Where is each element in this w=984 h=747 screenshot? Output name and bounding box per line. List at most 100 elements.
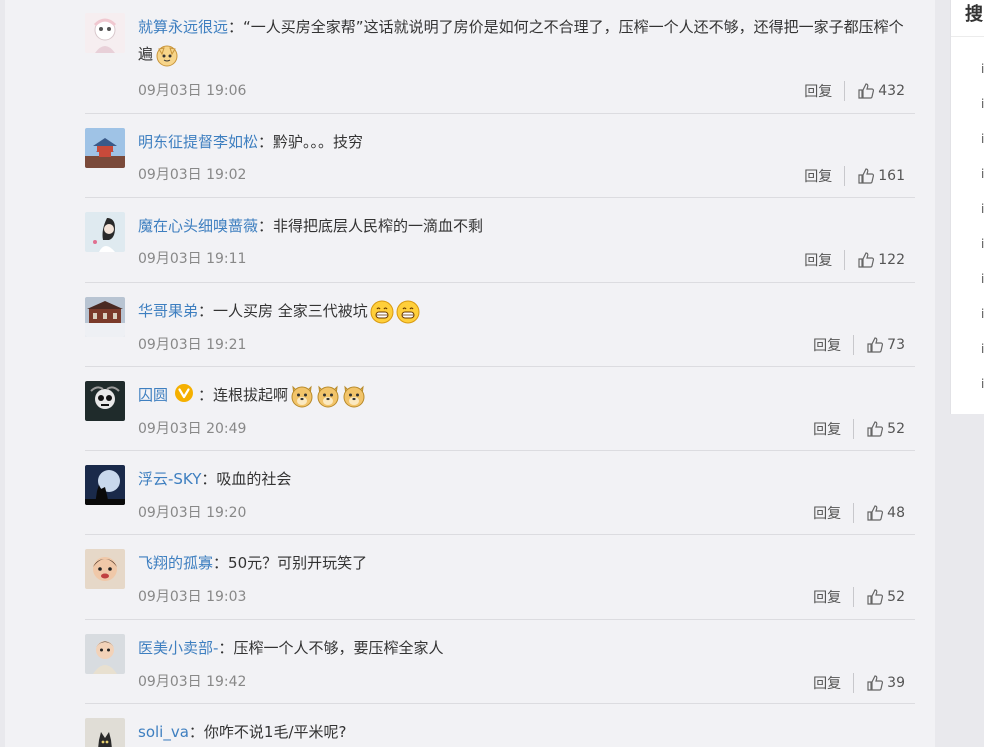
thumbs-up-icon [867, 421, 884, 437]
comment-username[interactable]: 魔在心头细嗅蔷薇 [138, 217, 258, 235]
like-button[interactable]: 39 [866, 674, 905, 692]
comment-colon: ： [258, 217, 274, 235]
like-button[interactable]: 52 [866, 420, 905, 438]
like-button[interactable]: 52 [866, 588, 905, 606]
comment-time: 09月03日 19:11 [138, 251, 247, 267]
comment-content: 一人买房 全家三代被坑 [213, 302, 368, 320]
comment-text: 飞翔的孤寡：50元？可别开玩笑了 [138, 550, 906, 577]
comment-username[interactable]: 华哥果弟 [138, 302, 198, 320]
comment-time: 09月03日 19:21 [138, 337, 247, 353]
comment-time: 09月03日 19:03 [138, 589, 247, 605]
comment-item: 浮云-SKY：吸血的社会 09月03日 19:20 回复 48 [85, 450, 915, 535]
comment-text: 就算永远很远：“一人买房全家帮”这话就说明了房价是如何之不合理了，压榨一个人还不… [138, 14, 906, 68]
comment-colon: ： [228, 18, 244, 36]
comment-actions: 回复 52 [813, 587, 905, 607]
comment-actions: 回复 432 [804, 81, 905, 101]
like-count: 73 [887, 337, 905, 353]
thumbs-up-icon [858, 168, 875, 184]
cat-emoji-icon [156, 45, 178, 66]
like-count: 52 [887, 421, 905, 437]
divider [951, 36, 984, 37]
comment-username[interactable]: 飞翔的孤寡 [138, 554, 213, 572]
like-button[interactable]: 432 [857, 82, 905, 100]
comment-actions: 回复 52 [813, 419, 905, 439]
reply-button[interactable]: 回复 [813, 335, 855, 355]
comment-actions: 回复 161 [804, 166, 905, 186]
comment-content: 50元？可别开玩笑了 [228, 554, 368, 572]
like-count: 52 [887, 589, 905, 605]
comment-time: 09月03日 19:42 [138, 674, 247, 690]
like-count: 48 [887, 505, 905, 521]
comment-item: 飞翔的孤寡：50元？可别开玩笑了 09月03日 19:03 回复 52 [85, 534, 915, 620]
like-count: 432 [878, 83, 905, 99]
comment-text: 浮云-SKY：吸血的社会 [138, 466, 906, 493]
doge-emoji-icon [291, 385, 313, 407]
avatar[interactable] [85, 128, 125, 168]
comment-actions: 回复 48 [813, 503, 905, 523]
like-button[interactable]: 73 [866, 336, 905, 354]
reply-button[interactable]: 回复 [813, 673, 855, 693]
like-button[interactable]: 48 [866, 504, 905, 522]
reply-button[interactable]: 回复 [813, 587, 855, 607]
avatar[interactable] [85, 718, 125, 747]
comment-text: 医美小卖部-：压榨一个人不够，要压榨全家人 [138, 635, 906, 662]
comment-username[interactable]: 浮云-SKY [138, 470, 201, 488]
like-button[interactable]: 122 [857, 251, 905, 269]
comment-item: 囚圆 ：连根拔起啊 09月03日 20:49 回复 52 [85, 366, 915, 451]
avatar[interactable] [85, 465, 125, 505]
reply-button[interactable]: 回复 [804, 166, 846, 186]
comment-actions: 回复 122 [804, 250, 905, 270]
comment-content: 连根拔起啊 [213, 386, 289, 404]
avatar[interactable] [85, 634, 125, 674]
comment-text: 魔在心头细嗅蔷薇：非得把底层人民榨的一滴血不剩 [138, 213, 906, 240]
comment-colon: ： [198, 302, 214, 320]
like-count: 161 [878, 168, 905, 184]
comment-item: soli_va：你咋不说1毛/平米呢? [85, 703, 915, 747]
comment-time: 09月03日 19:06 [138, 83, 247, 99]
comment-item: 明东征提督李如松：黔驴。。。技穷 09月03日 19:02 回复 161 [85, 113, 915, 198]
thumbs-up-icon [867, 675, 884, 691]
like-count: 122 [878, 252, 905, 268]
comment-username[interactable]: 囚圆 [138, 386, 168, 404]
comment-username[interactable]: 医美小卖部- [138, 639, 218, 657]
comment-colon: ： [201, 470, 217, 488]
like-button[interactable]: 161 [857, 167, 905, 185]
comment-content: 黔驴。。。技穷 [273, 133, 364, 151]
comment-content: 你咋不说1毛/平米呢? [203, 723, 347, 741]
comment-item: 医美小卖部-：压榨一个人不够，要压榨全家人 09月03日 19:42 回复 39 [85, 619, 915, 704]
sidebar-title: 搜 [965, 4, 983, 25]
comment-text: 华哥果弟：一人买房 全家三代被坑 [138, 298, 906, 325]
comment-colon: ： [258, 133, 274, 151]
avatar[interactable] [85, 212, 125, 252]
comment-text: 明东征提督李如松：黔驴。。。技穷 [138, 129, 906, 156]
comment-content: “一人买房全家帮”这话就说明了房价是如何之不合理了，压榨一个人还不够，还得把一家… [138, 18, 904, 63]
comment-time: 09月03日 20:49 [138, 421, 247, 437]
avatar[interactable] [85, 381, 125, 421]
comment-username[interactable]: 就算永远很远 [138, 18, 228, 36]
thumbs-up-icon [867, 337, 884, 353]
reply-button[interactable]: 回复 [813, 419, 855, 439]
comment-list: 就算永远很远：“一人买房全家帮”这话就说明了房价是如何之不合理了，压榨一个人还不… [5, 0, 935, 747]
comment-time: 09月03日 19:02 [138, 167, 247, 183]
comment-username[interactable]: 明东征提督李如松 [138, 133, 258, 151]
doge-emoji-icon [317, 385, 339, 407]
comment-content: 吸血的社会 [216, 470, 292, 488]
thumbs-up-icon [867, 589, 884, 605]
reply-button[interactable]: 回复 [813, 503, 855, 523]
doge-emoji-icon [343, 385, 365, 407]
reply-button[interactable]: 回复 [804, 250, 846, 270]
avatar[interactable] [85, 297, 125, 337]
grin-emoji-icon [396, 300, 420, 323]
avatar[interactable] [85, 13, 125, 53]
thumbs-up-icon [858, 83, 875, 99]
avatar[interactable] [85, 549, 125, 589]
comment-username[interactable]: soli_va [138, 723, 189, 741]
comment-time: 09月03日 19:20 [138, 505, 247, 521]
comment-item: 就算永远很远：“一人买房全家帮”这话就说明了房价是如何之不合理了，压榨一个人还不… [85, 0, 915, 114]
reply-button[interactable]: 回复 [804, 81, 846, 101]
verified-badge-icon [175, 384, 194, 402]
comment-colon: ： [213, 554, 229, 572]
comment-item: 华哥果弟：一人买房 全家三代被坑 09月03日 19:21 回复 73 [85, 282, 915, 367]
comment-text: 囚圆 ：连根拔起啊 [138, 382, 906, 409]
page: 就算永远很远：“一人买房全家帮”这话就说明了房价是如何之不合理了，压榨一个人还不… [0, 0, 984, 747]
